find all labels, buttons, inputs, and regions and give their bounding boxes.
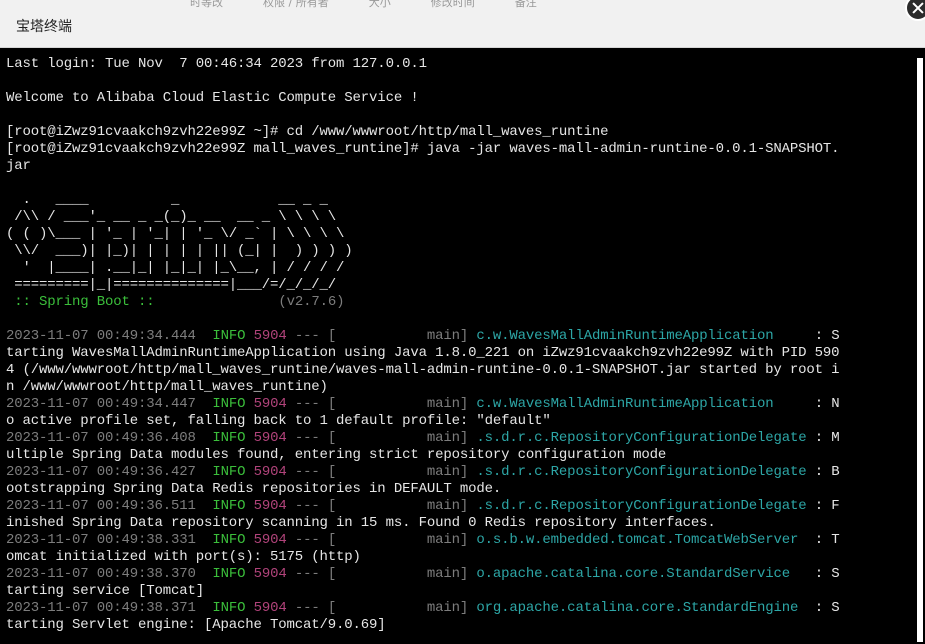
log-entry: 2023-11-07 00:49:36.408 INFO 5904 --- [ … [6,430,840,463]
log-thread: main] [426,600,469,616]
log-thread: main] [426,430,469,446]
log-thread: main] [426,328,469,344]
log-separator: --- [ [286,328,427,344]
log-logger: org.apache.catalina.core.StandardEngine [476,600,807,616]
log-separator: --- [ [286,464,427,480]
log-level: INFO [212,532,246,548]
background-table-headers: 时等改 权限 / 所有者 大小 修改时间 备注 [190,0,577,10]
log-logger: .s.d.r.c.RepositoryConfigurationDelegate [476,464,807,480]
log-level: INFO [212,328,246,344]
log-message: o active profile set, falling back to 1 … [6,413,551,429]
log-timestamp: 2023-11-07 00:49:38.331 [6,532,196,548]
command-line: jar [6,158,31,174]
scrollbar-thumb[interactable] [917,58,923,642]
terminal-scrollbar[interactable] [915,48,925,644]
log-thread: main] [426,566,469,582]
log-entry: 2023-11-07 00:49:38.331 INFO 5904 --- [ … [6,532,840,565]
log-pid: 5904 [253,328,287,344]
log-level: INFO [212,430,246,446]
log-message: : N [806,396,840,412]
spring-boot-label: :: Spring Boot :: [6,294,155,310]
log-thread: main] [426,396,469,412]
log-message: ultiple Spring Data modules found, enter… [6,447,667,463]
log-timestamp: 2023-11-07 00:49:38.371 [6,600,196,616]
log-logger: .s.d.r.c.RepositoryConfigurationDelegate [476,430,807,446]
log-entry: 2023-11-07 00:49:36.427 INFO 5904 --- [ … [6,464,840,497]
log-message: : B [806,464,840,480]
log-timestamp: 2023-11-07 00:49:36.427 [6,464,196,480]
spring-banner: . ____ _ __ _ _ /\\ / ___'_ __ _ _(_)_ _… [6,192,353,293]
ghost-header: 备注 [514,0,537,9]
log-level: INFO [212,464,246,480]
log-thread: main] [426,498,469,514]
log-message: tarting service [Tomcat] [6,583,205,599]
log-entries: 2023-11-07 00:49:34.444 INFO 5904 --- [ … [6,328,840,633]
log-level: INFO [212,566,246,582]
log-message: : F [806,498,840,514]
log-timestamp: 2023-11-07 00:49:36.511 [6,498,196,514]
log-entry: 2023-11-07 00:49:34.444 INFO 5904 --- [ … [6,328,840,395]
command-line: [root@iZwz91cvaakch9zvh22e99Z ~]# cd /ww… [6,124,609,140]
log-message: : M [806,430,840,446]
ghost-header: 权限 / 所有者 [263,0,329,9]
log-timestamp: 2023-11-07 00:49:38.370 [6,566,196,582]
log-message: : S [806,566,840,582]
log-pid: 5904 [253,498,287,514]
log-entry: 2023-11-07 00:49:34.447 INFO 5904 --- [ … [6,396,840,429]
log-message: omcat initialized with port(s): 5175 (ht… [6,549,361,565]
log-pid: 5904 [253,566,287,582]
log-timestamp: 2023-11-07 00:49:34.447 [6,396,196,412]
log-pid: 5904 [253,532,287,548]
log-logger: o.apache.catalina.core.StandardService [476,566,807,582]
spring-version: (v2.7.6) [278,294,345,310]
ghost-header: 修改时间 [430,0,475,9]
window-title: 宝塔终端 [16,19,72,35]
window-titlebar: 时等改 权限 / 所有者 大小 修改时间 备注 宝塔终端 [0,0,925,48]
log-message: : T [806,532,840,548]
log-entry: 2023-11-07 00:49:36.511 INFO 5904 --- [ … [6,498,840,531]
log-message: n /www/wwwroot/http/mall_waves_runtine) [6,379,328,395]
log-separator: --- [ [286,566,427,582]
ghost-header: 时等改 [190,0,223,9]
log-pid: 5904 [253,600,287,616]
log-message: tarting Servlet engine: [Apache Tomcat/9… [6,617,386,633]
log-level: INFO [212,396,246,412]
log-message: : S [806,328,840,344]
terminal-output[interactable]: Last login: Tue Nov 7 00:46:34 2023 from… [0,48,915,644]
log-pid: 5904 [253,464,287,480]
log-message: inished Spring Data repository scanning … [6,515,716,531]
log-message: : S [806,600,840,616]
log-timestamp: 2023-11-07 00:49:34.444 [6,328,196,344]
command-line: [root@iZwz91cvaakch9zvh22e99Z mall_waves… [6,141,840,157]
log-separator: --- [ [286,498,427,514]
log-level: INFO [212,498,246,514]
log-separator: --- [ [286,600,427,616]
log-message: ootstrapping Spring Data Redis repositor… [6,481,502,497]
log-separator: --- [ [286,396,427,412]
log-logger: c.w.WavesMallAdminRuntimeApplication [476,328,807,344]
log-thread: main] [426,532,469,548]
login-line: Last login: Tue Nov 7 00:46:34 2023 from… [6,56,427,72]
log-pid: 5904 [253,430,287,446]
welcome-line: Welcome to Alibaba Cloud Elastic Compute… [6,90,419,106]
ghost-header: 大小 [368,0,391,9]
log-timestamp: 2023-11-07 00:49:36.408 [6,430,196,446]
log-logger: c.w.WavesMallAdminRuntimeApplication [476,396,807,412]
log-separator: --- [ [286,532,427,548]
log-logger: .s.d.r.c.RepositoryConfigurationDelegate [476,498,807,514]
log-message: tarting WavesMallAdminRuntimeApplication… [6,345,840,361]
log-thread: main] [426,464,469,480]
log-message: 4 (/www/wwwroot/http/mall_waves_runtine/… [6,362,840,378]
log-entry: 2023-11-07 00:49:38.370 INFO 5904 --- [ … [6,566,840,599]
log-pid: 5904 [253,396,287,412]
log-logger: o.s.b.w.embedded.tomcat.TomcatWebServer [476,532,807,548]
log-separator: --- [ [286,430,427,446]
log-entry: 2023-11-07 00:49:38.371 INFO 5904 --- [ … [6,600,840,633]
log-level: INFO [212,600,246,616]
